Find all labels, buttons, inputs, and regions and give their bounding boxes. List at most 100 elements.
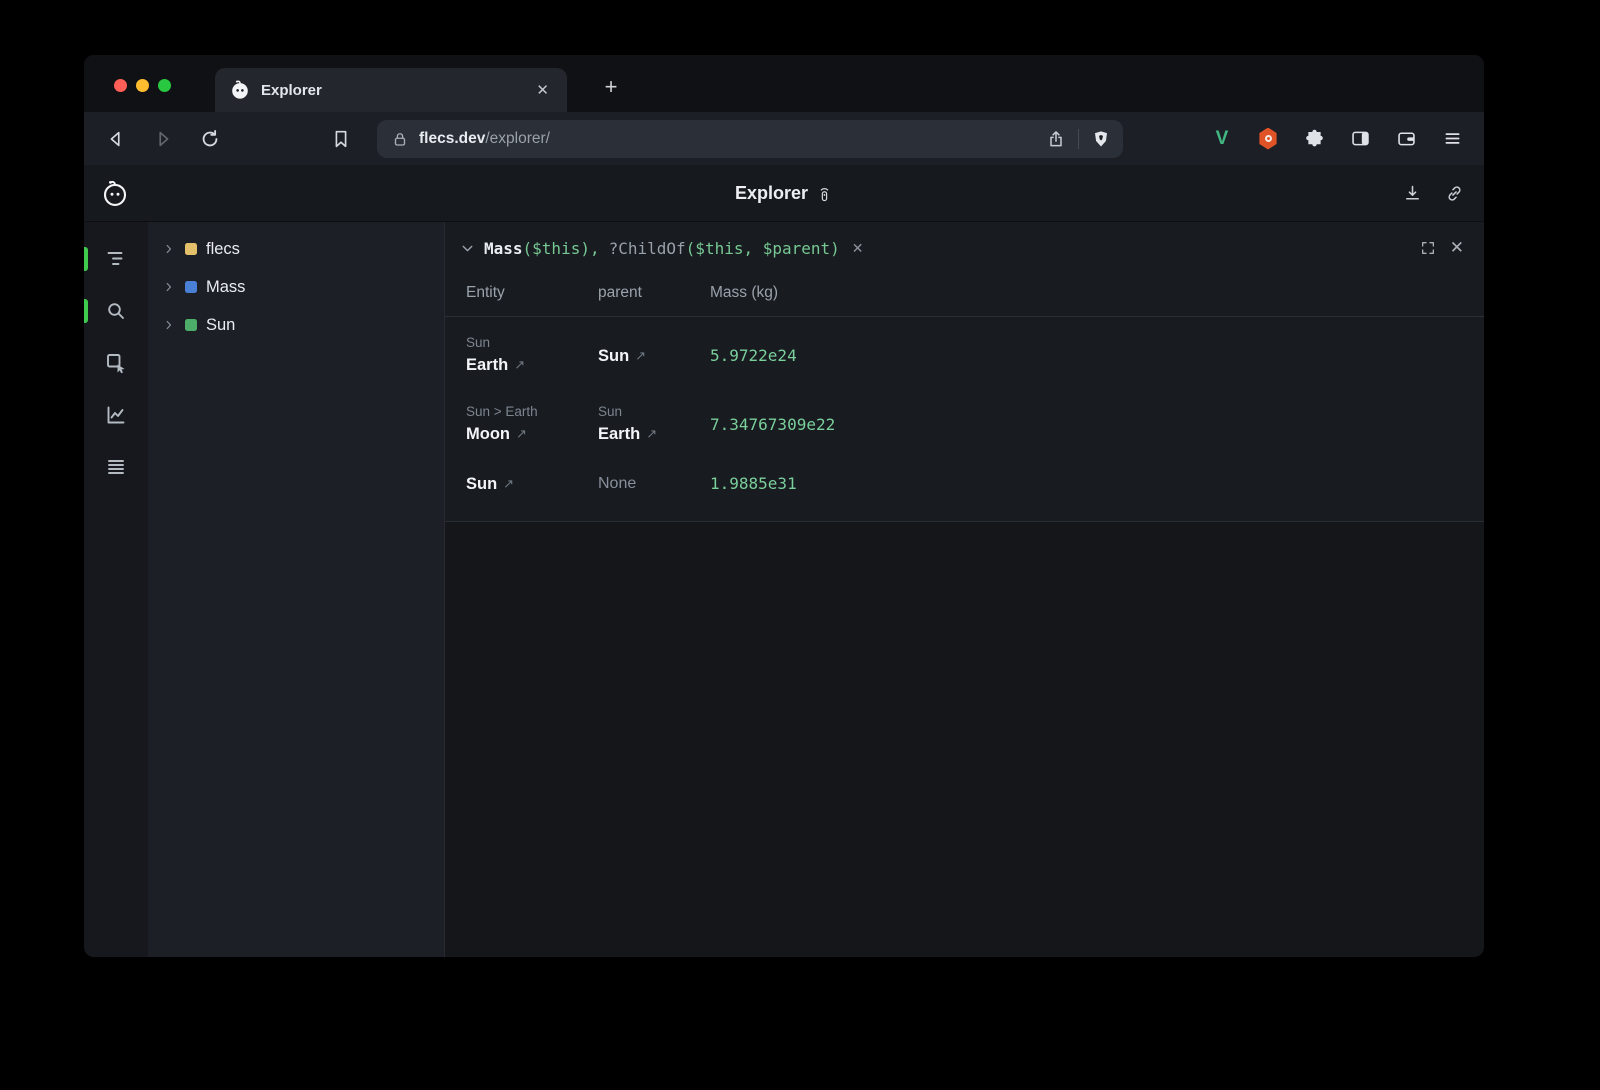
mass-value: 7.34767309e22 xyxy=(710,415,835,434)
query-panel-empty-area xyxy=(445,522,1484,957)
url-text: flecs.dev/explorer/ xyxy=(419,130,1046,148)
mass-cell: 5.9722e24 xyxy=(710,346,1484,366)
entity-link[interactable]: Sun↗ xyxy=(466,471,598,497)
zoom-window-button[interactable] xyxy=(158,79,171,92)
parent-cell: Sun↗ xyxy=(598,343,710,369)
table-row: Sun↗ None 1.9885e31 xyxy=(445,459,1484,509)
query-term-name: ChildOf xyxy=(618,239,685,258)
wallet-icon[interactable] xyxy=(1388,121,1424,157)
explorer-header: Explorer xyxy=(84,165,1484,222)
statistics-icon[interactable] xyxy=(101,452,131,482)
entity-cell: Sun↗ xyxy=(466,471,598,497)
mass-value: 1.9885e31 xyxy=(710,474,797,493)
url-bar-divider xyxy=(1078,129,1079,149)
bookmark-icon[interactable] xyxy=(323,121,359,157)
hexagon-extension-icon[interactable] xyxy=(1250,121,1286,157)
external-link-icon: ↗ xyxy=(516,421,527,447)
url-domain: flecs.dev xyxy=(419,130,485,147)
query-optional-operator: ? xyxy=(609,239,619,258)
tree-item-mass[interactable]: Mass xyxy=(148,268,444,306)
parent-link[interactable]: Earth↗ xyxy=(598,421,710,447)
flecs-logo-icon[interactable] xyxy=(100,178,130,208)
url-bar[interactable]: flecs.dev/explorer/ xyxy=(377,120,1123,158)
page-title: Explorer xyxy=(735,183,833,204)
column-header-entity: Entity xyxy=(466,284,598,302)
fullscreen-icon[interactable] xyxy=(1420,240,1436,256)
column-header-parent: parent xyxy=(598,284,710,302)
tab-strip: Explorer ✕ + xyxy=(84,55,1484,112)
query-expression[interactable]: Mass($this),?ChildOf($this, $parent) xyxy=(484,239,840,258)
mass-cell: 1.9885e31 xyxy=(710,474,1484,494)
entity-color-swatch xyxy=(185,281,197,293)
external-link-icon: ↗ xyxy=(635,343,646,369)
navigation-bar: flecs.dev/explorer/ V xyxy=(84,112,1484,165)
vue-devtools-icon[interactable]: V xyxy=(1204,121,1240,157)
parent-link[interactable]: Sun↗ xyxy=(598,343,710,369)
chevron-right-icon[interactable] xyxy=(162,280,176,294)
extensions-puzzle-icon[interactable] xyxy=(1296,121,1332,157)
chevron-right-icon[interactable] xyxy=(162,242,176,256)
entity-link[interactable]: Moon↗ xyxy=(466,421,598,447)
browser-tab[interactable]: Explorer ✕ xyxy=(215,68,567,112)
parent-none-value: None xyxy=(598,475,636,492)
sidebar-toggle-icon[interactable] xyxy=(1342,121,1378,157)
column-header-mass: Mass (kg) xyxy=(710,284,1484,302)
parent-path: Sun xyxy=(598,402,710,421)
entity-tree-icon[interactable] xyxy=(101,244,131,274)
reload-button[interactable] xyxy=(192,121,228,157)
forward-button[interactable] xyxy=(145,121,181,157)
query-panel-actions: ✕ xyxy=(1420,238,1464,258)
inspector-icon[interactable] xyxy=(101,348,131,378)
chevron-right-icon[interactable] xyxy=(162,318,176,332)
tree-item-label: Sun xyxy=(206,316,235,335)
charts-icon[interactable] xyxy=(101,400,131,430)
traffic-lights xyxy=(114,79,171,92)
new-tab-button[interactable]: + xyxy=(596,73,626,103)
link-icon[interactable] xyxy=(1436,175,1472,211)
menu-icon[interactable] xyxy=(1434,121,1470,157)
back-button[interactable] xyxy=(98,121,134,157)
tree-item-sun[interactable]: Sun xyxy=(148,306,444,344)
download-icon[interactable] xyxy=(1394,175,1430,211)
mass-cell: 7.34767309e22 xyxy=(710,415,1484,435)
table-row: Sun > Earth Moon↗ Sun Earth↗ 7.34767309e… xyxy=(445,390,1484,459)
mass-value: 5.9722e24 xyxy=(710,346,797,365)
brave-shield-icon[interactable] xyxy=(1091,129,1111,149)
tab-close-icon[interactable]: ✕ xyxy=(532,79,553,101)
parent-cell: None xyxy=(598,475,710,493)
minimize-window-button[interactable] xyxy=(136,79,149,92)
close-panel-icon[interactable]: ✕ xyxy=(1450,238,1464,258)
entity-color-swatch xyxy=(185,243,197,255)
close-window-button[interactable] xyxy=(114,79,127,92)
entity-color-swatch xyxy=(185,319,197,331)
flecs-favicon-icon xyxy=(229,79,251,101)
clear-query-icon[interactable]: ✕ xyxy=(852,240,864,257)
query-term-args: ($this, $parent) xyxy=(686,239,840,258)
parent-cell: Sun Earth↗ xyxy=(598,402,710,447)
connection-icon[interactable] xyxy=(816,184,833,203)
query-search-icon[interactable] xyxy=(101,296,131,326)
entity-link[interactable]: Earth↗ xyxy=(466,352,598,378)
entity-tree-panel: flecs Mass Sun xyxy=(148,222,444,957)
entity-cell: Sun Earth↗ xyxy=(466,333,598,378)
chevron-down-icon[interactable] xyxy=(459,240,476,257)
screenshot-stage: Explorer ✕ + xyxy=(0,0,1600,1090)
share-icon[interactable] xyxy=(1046,129,1066,149)
browser-window: Explorer ✕ + xyxy=(84,55,1484,957)
tab-title: Explorer xyxy=(261,82,532,99)
header-actions xyxy=(1394,175,1484,211)
external-link-icon: ↗ xyxy=(503,471,514,497)
entity-path: Sun > Earth xyxy=(466,402,598,421)
query-panel: Mass($this),?ChildOf($this, $parent) ✕ ✕ xyxy=(444,222,1484,957)
query-term-name: Mass xyxy=(484,239,523,258)
external-link-icon: ↗ xyxy=(646,421,657,447)
external-link-icon: ↗ xyxy=(514,352,525,378)
tool-rail xyxy=(84,222,148,957)
lock-icon xyxy=(391,130,409,148)
query-result-block: Mass($this),?ChildOf($this, $parent) ✕ ✕ xyxy=(445,222,1484,522)
tree-item-label: flecs xyxy=(206,240,240,259)
page-title-text: Explorer xyxy=(735,183,808,204)
explorer-content: flecs Mass Sun xyxy=(84,222,1484,957)
tree-item-flecs[interactable]: flecs xyxy=(148,230,444,268)
url-path: /explorer/ xyxy=(485,130,550,147)
